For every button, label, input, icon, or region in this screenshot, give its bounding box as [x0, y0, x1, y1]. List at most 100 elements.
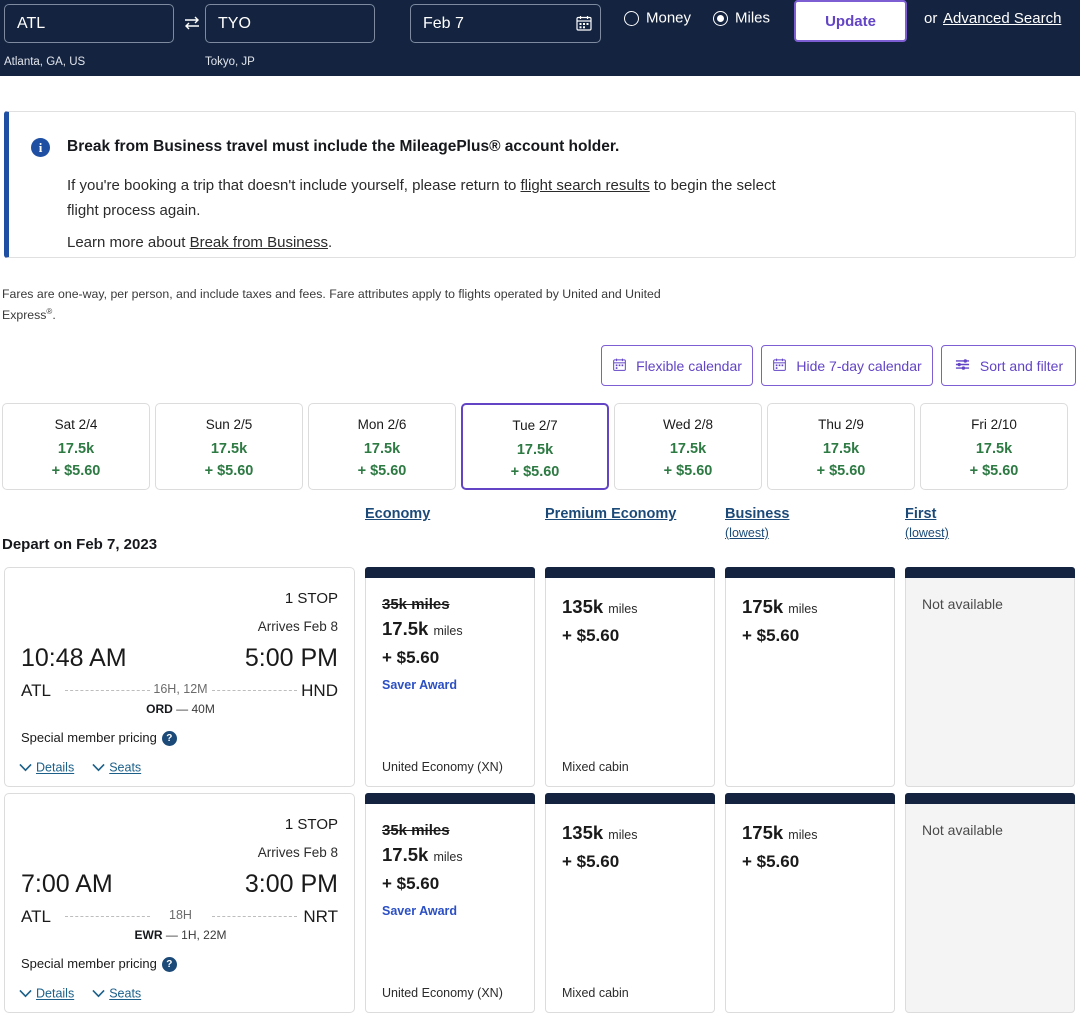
fare-cell-business[interactable]: 175k miles + $5.60	[725, 567, 895, 787]
hide-7day-calendar-button[interactable]: Hide 7-day calendar	[761, 345, 933, 386]
fare-cell-economy[interactable]: 35k miles 17.5k miles + $5.60 Saver Award Un…	[365, 567, 535, 787]
fare-disclaimer-line2-post: .	[52, 308, 56, 323]
day-card-thu-2-9[interactable]: Thu 2/9 17.5k + $5.60	[767, 403, 915, 490]
seats-label: Seats	[109, 986, 142, 1001]
fare-cabin-label: United Economy (XN)	[382, 760, 503, 774]
day-card-mon-2-6[interactable]: Mon 2/6 17.5k + $5.60	[308, 403, 456, 490]
fare-miles: 17.5k miles	[382, 844, 463, 865]
fare-cell-business[interactable]: 175k miles + $5.60	[725, 793, 895, 1013]
depart-date-input[interactable]	[410, 4, 601, 43]
fare-cell-first: Not available	[905, 567, 1075, 787]
day-label: Sun 2/5	[205, 417, 253, 432]
fare-cell-header-bar	[905, 793, 1075, 804]
destination-input[interactable]	[205, 4, 375, 43]
banner-body: If you're booking a trip that doesn't in…	[67, 173, 807, 223]
layover-info: ORD — 40M	[5, 702, 356, 716]
fare-cell-premium-economy[interactable]: 135k miles + $5.60 Mixed cabin	[545, 567, 715, 787]
details-link[interactable]: Details	[19, 986, 74, 1001]
fare-miles-unit: miles	[433, 850, 463, 864]
fare-original-miles: 35k miles	[382, 596, 450, 613]
fare-miles-unit: miles	[788, 828, 818, 842]
cabin-header-first[interactable]: First	[905, 506, 936, 522]
fare-miles: 135k miles	[562, 822, 638, 843]
cabin-header-economy[interactable]: Economy	[365, 506, 430, 522]
day-miles: 17.5k	[669, 441, 707, 457]
fare-cell-header-bar	[905, 567, 1075, 578]
sort-and-filter-button[interactable]: Sort and filter	[941, 345, 1076, 386]
fare-cell-header-bar	[545, 793, 715, 804]
day-card-sat-2-4[interactable]: Sat 2/4 17.5k + $5.60	[2, 403, 150, 490]
day-price: + $5.60	[51, 463, 101, 479]
fare-cell-header-bar	[365, 567, 535, 578]
special-member-pricing: Special member pricing?	[21, 730, 177, 747]
seven-day-calendar-strip: Sat 2/4 17.5k + $5.60 Sun 2/5 17.5k + $5.60 Mo…	[2, 403, 1078, 490]
cabin-header-premium-economy[interactable]: Premium Economy	[545, 506, 676, 522]
calendar-icon	[612, 357, 627, 375]
flight-actions: Details Seats	[19, 984, 159, 1002]
flexible-calendar-button[interactable]: Flexible calendar	[601, 345, 753, 386]
depart-time: 7:00 AM	[21, 870, 113, 898]
fare-cell-first: Not available	[905, 793, 1075, 1013]
miles-radio[interactable]: Miles	[713, 9, 770, 27]
calendar-icon[interactable]	[575, 14, 593, 32]
special-member-pricing-label: Special member pricing	[21, 956, 157, 971]
flight-search-results-link[interactable]: flight search results	[521, 177, 650, 194]
fare-cabin-label: United Economy (XN)	[382, 986, 503, 1000]
advanced-search-link[interactable]: Advanced Search	[943, 10, 1061, 27]
seats-link[interactable]: Seats	[92, 760, 141, 775]
day-price: + $5.60	[816, 463, 866, 479]
help-icon[interactable]: ?	[161, 957, 177, 973]
day-card-wed-2-8[interactable]: Wed 2/8 17.5k + $5.60	[614, 403, 762, 490]
fare-miles: 175k miles	[742, 596, 818, 617]
details-link[interactable]: Details	[19, 760, 74, 775]
layover-airport-code: ORD	[146, 702, 173, 716]
day-label: Thu 2/9	[818, 417, 864, 432]
or-label: or	[924, 10, 938, 27]
day-card-fri-2-10[interactable]: Fri 2/10 17.5k + $5.60	[920, 403, 1068, 490]
origin-input[interactable]	[4, 4, 174, 43]
fare-not-available: Not available	[922, 596, 1003, 612]
fare-cell-header-bar	[545, 567, 715, 578]
swap-arrows-icon[interactable]	[182, 13, 202, 33]
help-icon[interactable]: ?	[161, 731, 177, 747]
cabin-sub-first[interactable]: (lowest)	[905, 526, 949, 540]
day-miles: 17.5k	[210, 441, 248, 457]
seats-link[interactable]: Seats	[92, 986, 141, 1001]
arrives-label: Arrives Feb 8	[257, 845, 338, 860]
special-member-pricing-label: Special member pricing	[21, 730, 157, 745]
details-label: Details	[36, 760, 75, 775]
calendar-icon	[772, 357, 787, 375]
info-icon: i	[31, 138, 50, 157]
fare-miles-unit: miles	[608, 828, 638, 842]
cabin-header-business[interactable]: Business	[725, 506, 789, 522]
fare-price: + $5.60	[382, 874, 440, 893]
fare-original-miles: 35k miles	[382, 822, 450, 839]
fare-disclaimer: Fares are one-way, per person, and inclu…	[2, 285, 702, 324]
fare-price: + $5.60	[742, 852, 800, 871]
flight-summary-card: 1 STOP Arrives Feb 8 10:48 AM 5:00 PM ATL HND…	[4, 567, 355, 787]
flexible-calendar-label: Flexible calendar	[636, 357, 742, 374]
break-from-business-link[interactable]: Break from Business	[190, 234, 328, 251]
fare-cell-premium-economy[interactable]: 135k miles + $5.60 Mixed cabin	[545, 793, 715, 1013]
day-miles: 17.5k	[975, 441, 1013, 457]
day-miles: 17.5k	[822, 441, 860, 457]
fare-cell-economy[interactable]: 35k miles 17.5k miles + $5.60 Saver Award Un…	[365, 793, 535, 1013]
cabin-sub-business[interactable]: (lowest)	[725, 526, 769, 540]
fare-price: + $5.60	[562, 626, 620, 645]
fare-award-tag: Saver Award	[382, 904, 458, 918]
day-card-tue-2-7[interactable]: Tue 2/7 17.5k + $5.60	[461, 403, 609, 490]
destination-sublabel: Tokyo, JP	[205, 56, 255, 68]
fare-miles: 135k miles	[562, 596, 638, 617]
arrive-time: 5:00 PM	[244, 644, 338, 672]
depart-heading: Depart on Feb 7, 2023	[2, 536, 158, 553]
layover-info: EWR — 1H, 22M	[5, 928, 356, 942]
sliders-icon	[954, 357, 971, 375]
update-button[interactable]: Update	[794, 0, 907, 42]
banner-learn-more: Learn more about Break from Business.	[67, 234, 332, 251]
day-card-sun-2-5[interactable]: Sun 2/5 17.5k + $5.60	[155, 403, 303, 490]
arrives-label: Arrives Feb 8	[257, 619, 338, 634]
money-radio[interactable]: Money	[624, 9, 691, 27]
day-label: Mon 2/6	[357, 417, 407, 432]
banner-title: Break from Business travel must include …	[67, 138, 620, 155]
fare-not-available: Not available	[922, 822, 1003, 838]
